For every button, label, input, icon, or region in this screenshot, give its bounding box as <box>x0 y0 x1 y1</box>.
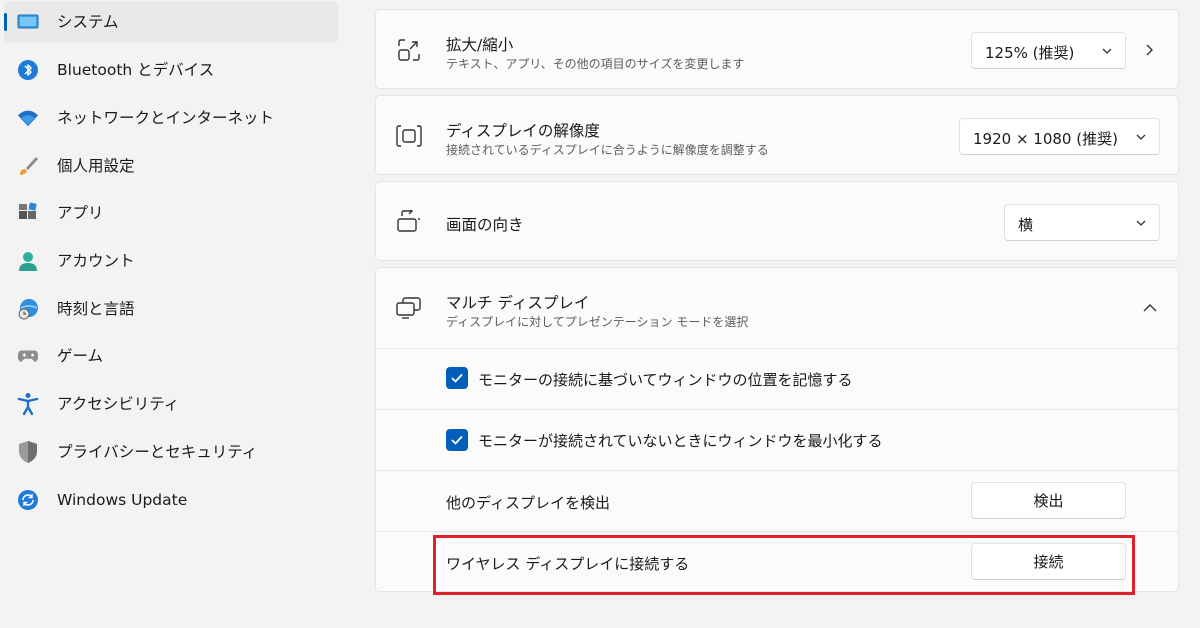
remember-window-row: モニターの接続に基づいてウィンドウの位置を記憶する <box>376 348 1178 409</box>
detect-display-row: 他のディスプレイを検出 検出 <box>376 470 1178 531</box>
minimize-window-row: モニターが接続されていないときにウィンドウを最小化する <box>376 409 1178 470</box>
sidebar-item-bluetooth[interactable]: Bluetooth とデバイス <box>4 49 338 91</box>
scale-dropdown[interactable]: 125% (推奨) <box>971 32 1126 69</box>
sidebar-item-label: 時刻と言語 <box>57 300 135 318</box>
sidebar-item-label: プライバシーとセキュリティ <box>57 443 258 461</box>
sidebar-item-label: アカウント <box>57 252 135 270</box>
selection-indicator <box>4 13 7 31</box>
sidebar-item-privacy[interactable]: プライバシーとセキュリティ <box>4 431 338 473</box>
account-icon <box>17 250 39 272</box>
sidebar-item-time-language[interactable]: 時刻と言語 <box>4 288 338 330</box>
orientation-card: 画面の向き 横 <box>375 181 1179 261</box>
multi-display-title: マルチ ディスプレイ <box>446 294 590 312</box>
sidebar-item-apps[interactable]: アプリ <box>4 192 338 234</box>
gamepad-icon <box>17 345 39 367</box>
minimize-window-label: モニターが接続されていないときにウィンドウを最小化する <box>478 432 883 450</box>
sidebar-item-label: ネットワークとインターネット <box>57 109 275 127</box>
brush-icon <box>17 155 39 177</box>
orientation-icon <box>396 209 422 235</box>
resolution-icon <box>396 123 422 149</box>
chevron-down-icon <box>1136 220 1146 226</box>
orientation-dropdown[interactable]: 横 <box>1004 204 1160 241</box>
detect-button[interactable]: 検出 <box>971 482 1126 519</box>
check-icon <box>451 373 463 383</box>
chevron-down-icon <box>1102 48 1112 54</box>
sidebar: システム Bluetooth とデバイス ネットワークとインターネット 個人用設… <box>0 0 345 628</box>
globe-clock-icon <box>17 298 39 320</box>
minimize-window-checkbox[interactable] <box>446 429 468 451</box>
sidebar-item-windows-update[interactable]: Windows Update <box>4 479 338 521</box>
scale-card[interactable]: 拡大/縮小 テキスト、アプリ、その他の項目のサイズを変更します 125% (推奨… <box>375 9 1179 89</box>
detect-display-label: 他のディスプレイを検出 <box>446 494 610 512</box>
sidebar-item-label: Bluetooth とデバイス <box>57 61 215 79</box>
chevron-right-icon[interactable] <box>1142 42 1156 56</box>
sidebar-item-label: アプリ <box>57 204 104 222</box>
check-icon <box>451 435 463 445</box>
apps-icon <box>17 202 39 224</box>
multi-display-subtitle: ディスプレイに対してプレゼンテーション モードを選択 <box>446 315 749 329</box>
resolution-card: ディスプレイの解像度 接続されているディスプレイに合うように解像度を調整する 1… <box>375 95 1179 175</box>
sidebar-item-label: アクセシビリティ <box>57 395 180 413</box>
sidebar-item-accessibility[interactable]: アクセシビリティ <box>4 383 338 425</box>
update-icon <box>17 489 39 511</box>
resolution-subtitle: 接続されているディスプレイに合うように解像度を調整する <box>446 143 769 157</box>
chevron-up-icon[interactable] <box>1142 300 1158 314</box>
sidebar-item-personalization[interactable]: 個人用設定 <box>4 145 338 187</box>
multi-display-header[interactable]: マルチ ディスプレイ ディスプレイに対してプレゼンテーション モードを選択 <box>376 268 1178 348</box>
wifi-icon <box>17 107 39 129</box>
scale-icon <box>396 37 422 63</box>
sidebar-item-gaming[interactable]: ゲーム <box>4 335 338 377</box>
sidebar-item-system[interactable]: システム <box>4 1 338 43</box>
bluetooth-icon <box>17 59 39 81</box>
orientation-title: 画面の向き <box>446 216 524 234</box>
shield-icon <box>17 441 39 463</box>
chevron-down-icon <box>1136 134 1146 140</box>
sidebar-item-label: ゲーム <box>57 347 104 365</box>
sidebar-item-label: システム <box>57 13 119 31</box>
resolution-title: ディスプレイの解像度 <box>446 122 600 140</box>
resolution-dropdown-value: 1920 × 1080 (推奨) <box>973 130 1118 148</box>
scale-dropdown-value: 125% (推奨) <box>985 44 1075 62</box>
sidebar-item-label: Windows Update <box>57 491 188 509</box>
monitor-icon <box>17 11 39 33</box>
sidebar-item-accounts[interactable]: アカウント <box>4 240 338 282</box>
sidebar-item-network[interactable]: ネットワークとインターネット <box>4 97 338 139</box>
sidebar-item-label: 個人用設定 <box>57 157 135 175</box>
remember-window-checkbox[interactable] <box>446 367 468 389</box>
resolution-dropdown[interactable]: 1920 × 1080 (推奨) <box>959 118 1160 155</box>
scale-subtitle: テキスト、アプリ、その他の項目のサイズを変更します <box>446 57 745 71</box>
orientation-dropdown-value: 横 <box>1018 216 1034 234</box>
highlight-box <box>433 535 1135 595</box>
scale-title: 拡大/縮小 <box>446 36 514 54</box>
remember-window-label: モニターの接続に基づいてウィンドウの位置を記憶する <box>478 371 853 389</box>
accessibility-icon <box>17 393 39 416</box>
multi-display-icon <box>396 295 422 321</box>
